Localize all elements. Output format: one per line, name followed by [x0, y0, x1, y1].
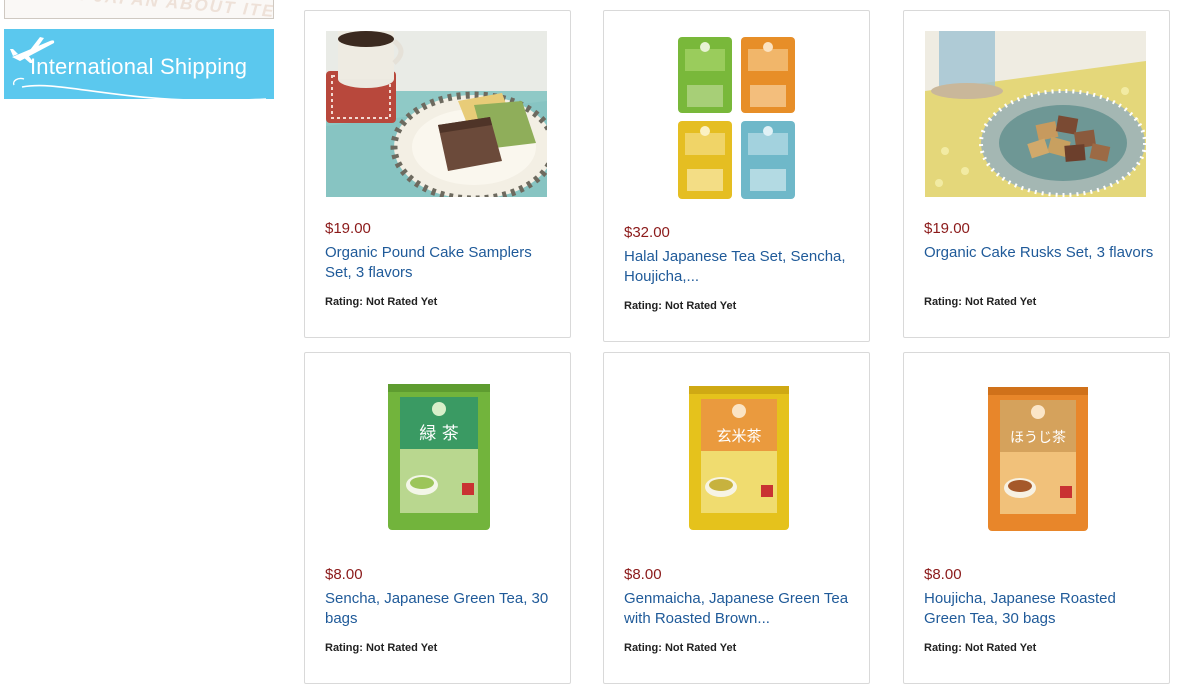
product-rating: Rating: Not Rated Yet [924, 642, 1036, 654]
product-card: $19.00 Organic Cake Rusks Set, 3 flavors… [903, 10, 1170, 338]
product-title-link[interactable]: Houjicha, Japanese Roasted Green Tea, 30… [924, 589, 1154, 629]
pound-cake-photo[interactable] [326, 31, 547, 197]
product-rating: Rating: Not Rated Yet [325, 642, 437, 654]
rating-value: Not Rated Yet [964, 642, 1037, 654]
product-title-link[interactable]: Organic Cake Rusks Set, 3 flavors [924, 243, 1154, 263]
about-items-banner[interactable]: SYSTEM JAPAN ABOUT ITEM [4, 0, 274, 19]
genmaicha-package-photo[interactable]: 玄米茶 [625, 373, 846, 539]
product-rating: Rating: Not Rated Yet [624, 642, 736, 654]
houjicha-package-photo[interactable]: ほうじ茶 [925, 373, 1146, 539]
cake-rusks-photo[interactable] [925, 31, 1146, 197]
product-title-link[interactable]: Sencha, Japanese Green Tea, 30 bags [325, 589, 555, 629]
product-price: $8.00 [924, 566, 962, 583]
product-price: $32.00 [624, 224, 670, 241]
rating-label: Rating: [624, 642, 662, 654]
product-card: ほうじ茶 $8.00 Houjicha, Japanese Roasted Gr… [903, 352, 1170, 684]
rating-value: Not Rated Yet [664, 300, 737, 312]
product-card: $32.00 Halal Japanese Tea Set, Sencha, H… [603, 10, 870, 342]
product-title-link[interactable]: Halal Japanese Tea Set, Sencha, Houjicha… [624, 247, 854, 287]
rating-label: Rating: [325, 642, 363, 654]
rating-label: Rating: [624, 300, 662, 312]
product-card: 緑 茶 $8.00 Sencha, Japanese Green Tea, 30… [304, 352, 571, 684]
rating-value: Not Rated Yet [365, 642, 438, 654]
sencha-package-photo[interactable]: 緑 茶 [326, 373, 547, 539]
about-items-banner-text: SYSTEM JAPAN ABOUT ITEM [5, 0, 273, 18]
product-price: $8.00 [325, 566, 363, 583]
international-shipping-banner[interactable]: International Shipping [4, 29, 274, 99]
houjicha-package-label: ほうじ茶 [1010, 430, 1066, 446]
product-card: 玄米茶 $8.00 Genmaicha, Japanese Green Tea … [603, 352, 870, 684]
product-price: $19.00 [325, 220, 371, 237]
product-price: $8.00 [624, 566, 662, 583]
international-shipping-label: International Shipping [30, 54, 248, 79]
product-card: $19.00 Organic Pound Cake Samplers Set, … [304, 10, 571, 338]
product-rating: Rating: Not Rated Yet [624, 300, 736, 312]
rating-label: Rating: [325, 296, 363, 308]
product-title-link[interactable]: Organic Pound Cake Samplers Set, 3 flavo… [325, 243, 555, 283]
rating-label: Rating: [924, 296, 962, 308]
product-rating: Rating: Not Rated Yet [924, 296, 1036, 308]
rating-value: Not Rated Yet [964, 296, 1037, 308]
rating-label: Rating: [924, 642, 962, 654]
product-price: $19.00 [924, 220, 970, 237]
product-title-link[interactable]: Genmaicha, Japanese Green Tea with Roast… [624, 589, 854, 629]
genmaicha-package-label: 玄米茶 [716, 427, 761, 445]
sencha-package-label: 緑 茶 [419, 424, 458, 444]
rating-value: Not Rated Yet [664, 642, 737, 654]
product-rating: Rating: Not Rated Yet [325, 296, 437, 308]
rating-value: Not Rated Yet [365, 296, 438, 308]
tea-set-photo[interactable] [625, 35, 846, 201]
